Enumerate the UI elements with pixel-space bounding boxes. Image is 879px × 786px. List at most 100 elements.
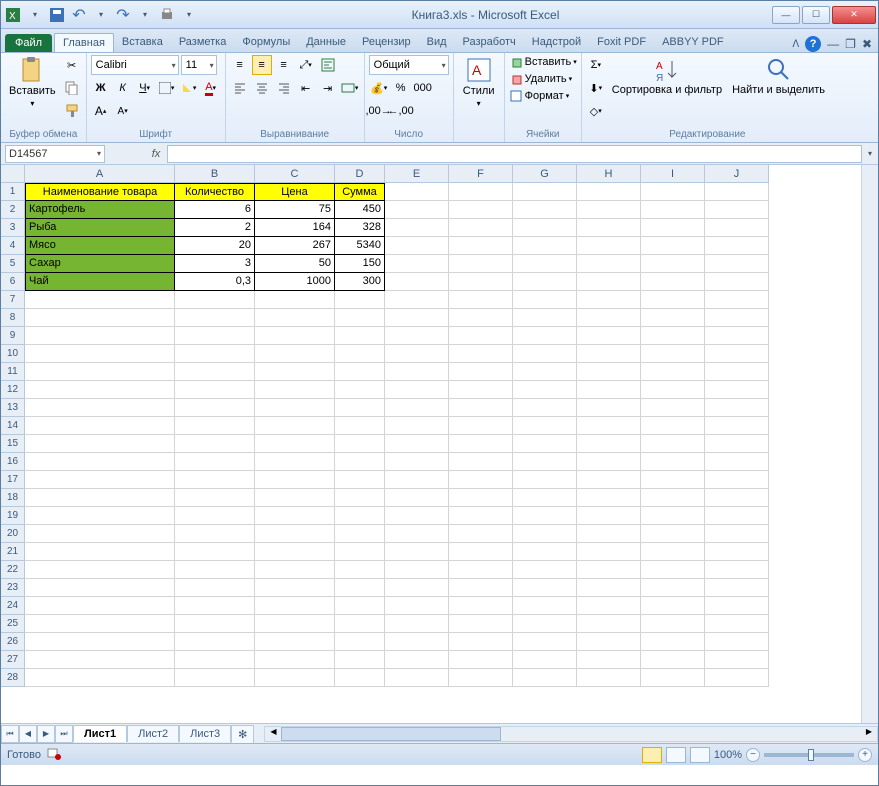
cell-B4[interactable]: 20 bbox=[175, 237, 255, 255]
ribbon-tab-6[interactable]: Вид bbox=[419, 33, 455, 52]
clear-button[interactable]: ◇▾ bbox=[586, 101, 606, 121]
cell-D28[interactable] bbox=[335, 669, 385, 687]
cell-E2[interactable] bbox=[385, 201, 449, 219]
cell-C23[interactable] bbox=[255, 579, 335, 597]
cell-G2[interactable] bbox=[513, 201, 577, 219]
vertical-scrollbar[interactable] bbox=[861, 165, 878, 723]
column-header-B[interactable]: B bbox=[175, 165, 255, 183]
row-header-26[interactable]: 26 bbox=[1, 633, 25, 651]
cell-A3[interactable]: Рыба bbox=[25, 219, 175, 237]
ribbon-tab-4[interactable]: Данные bbox=[298, 33, 354, 52]
cell-C4[interactable]: 267 bbox=[255, 237, 335, 255]
cell-A17[interactable] bbox=[25, 471, 175, 489]
zoom-thumb[interactable] bbox=[808, 749, 814, 761]
sheet-tab-2[interactable]: Лист3 bbox=[179, 725, 231, 742]
cell-J21[interactable] bbox=[705, 543, 769, 561]
cell-D27[interactable] bbox=[335, 651, 385, 669]
row-header-18[interactable]: 18 bbox=[1, 489, 25, 507]
cell-J16[interactable] bbox=[705, 453, 769, 471]
cell-H18[interactable] bbox=[577, 489, 641, 507]
cell-F22[interactable] bbox=[449, 561, 513, 579]
sheet-nav-1[interactable]: ◀ bbox=[19, 725, 37, 743]
row-header-2[interactable]: 2 bbox=[1, 201, 25, 219]
cell-F17[interactable] bbox=[449, 471, 513, 489]
help-icon[interactable]: ? bbox=[805, 36, 821, 52]
column-header-D[interactable]: D bbox=[335, 165, 385, 183]
cell-H23[interactable] bbox=[577, 579, 641, 597]
cell-H25[interactable] bbox=[577, 615, 641, 633]
cell-F10[interactable] bbox=[449, 345, 513, 363]
cell-I13[interactable] bbox=[641, 399, 705, 417]
cut-icon[interactable]: ✂ bbox=[62, 55, 82, 75]
increase-indent-button[interactable]: ⇥ bbox=[318, 78, 338, 98]
cell-G12[interactable] bbox=[513, 381, 577, 399]
cell-C27[interactable] bbox=[255, 651, 335, 669]
cell-D20[interactable] bbox=[335, 525, 385, 543]
cell-A19[interactable] bbox=[25, 507, 175, 525]
cell-B19[interactable] bbox=[175, 507, 255, 525]
ribbon-tab-7[interactable]: Разработч bbox=[455, 33, 524, 52]
cell-G26[interactable] bbox=[513, 633, 577, 651]
page-layout-view-button[interactable] bbox=[666, 747, 686, 763]
cell-C3[interactable]: 164 bbox=[255, 219, 335, 237]
cell-H19[interactable] bbox=[577, 507, 641, 525]
cell-J3[interactable] bbox=[705, 219, 769, 237]
row-header-22[interactable]: 22 bbox=[1, 561, 25, 579]
cell-J1[interactable] bbox=[705, 183, 769, 201]
cell-J18[interactable] bbox=[705, 489, 769, 507]
row-header-17[interactable]: 17 bbox=[1, 471, 25, 489]
cell-D24[interactable] bbox=[335, 597, 385, 615]
cell-G24[interactable] bbox=[513, 597, 577, 615]
ribbon-tab-1[interactable]: Вставка bbox=[114, 33, 171, 52]
cell-C20[interactable] bbox=[255, 525, 335, 543]
decrease-indent-button[interactable]: ⇤ bbox=[296, 78, 316, 98]
cell-B20[interactable] bbox=[175, 525, 255, 543]
cell-B1[interactable]: Количество bbox=[175, 183, 255, 201]
row-header-25[interactable]: 25 bbox=[1, 615, 25, 633]
cell-H3[interactable] bbox=[577, 219, 641, 237]
sheet-tab-1[interactable]: Лист2 bbox=[127, 725, 179, 742]
cell-G10[interactable] bbox=[513, 345, 577, 363]
cell-C1[interactable]: Цена bbox=[255, 183, 335, 201]
shrink-font-button[interactable]: A▾ bbox=[113, 101, 133, 121]
formula-input[interactable] bbox=[167, 145, 862, 163]
cell-A8[interactable] bbox=[25, 309, 175, 327]
column-header-E[interactable]: E bbox=[385, 165, 449, 183]
fill-color-button[interactable]: ▾ bbox=[179, 78, 199, 98]
cell-G16[interactable] bbox=[513, 453, 577, 471]
cell-E15[interactable] bbox=[385, 435, 449, 453]
cell-I22[interactable] bbox=[641, 561, 705, 579]
cell-B11[interactable] bbox=[175, 363, 255, 381]
column-header-I[interactable]: I bbox=[641, 165, 705, 183]
cell-B21[interactable] bbox=[175, 543, 255, 561]
cell-H27[interactable] bbox=[577, 651, 641, 669]
cell-I14[interactable] bbox=[641, 417, 705, 435]
cell-I16[interactable] bbox=[641, 453, 705, 471]
increase-decimal-button[interactable]: ,00→ bbox=[369, 101, 389, 121]
cell-J25[interactable] bbox=[705, 615, 769, 633]
cell-D25[interactable] bbox=[335, 615, 385, 633]
hscroll-thumb[interactable] bbox=[281, 727, 501, 741]
cell-J12[interactable] bbox=[705, 381, 769, 399]
row-header-5[interactable]: 5 bbox=[1, 255, 25, 273]
cell-B28[interactable] bbox=[175, 669, 255, 687]
cell-I5[interactable] bbox=[641, 255, 705, 273]
cell-A2[interactable]: Картофель bbox=[25, 201, 175, 219]
excel-icon[interactable]: X bbox=[3, 5, 23, 25]
cell-F2[interactable] bbox=[449, 201, 513, 219]
cell-J24[interactable] bbox=[705, 597, 769, 615]
cell-I2[interactable] bbox=[641, 201, 705, 219]
sheet-nav-2[interactable]: ▶ bbox=[37, 725, 55, 743]
cell-I11[interactable] bbox=[641, 363, 705, 381]
cell-E13[interactable] bbox=[385, 399, 449, 417]
cell-I26[interactable] bbox=[641, 633, 705, 651]
cell-E21[interactable] bbox=[385, 543, 449, 561]
autosum-button[interactable]: Σ▾ bbox=[586, 55, 606, 75]
cell-D10[interactable] bbox=[335, 345, 385, 363]
cell-E22[interactable] bbox=[385, 561, 449, 579]
cell-G19[interactable] bbox=[513, 507, 577, 525]
cell-J14[interactable] bbox=[705, 417, 769, 435]
ribbon-tab-5[interactable]: Рецензир bbox=[354, 33, 419, 52]
cell-F16[interactable] bbox=[449, 453, 513, 471]
cell-C6[interactable]: 1000 bbox=[255, 273, 335, 291]
